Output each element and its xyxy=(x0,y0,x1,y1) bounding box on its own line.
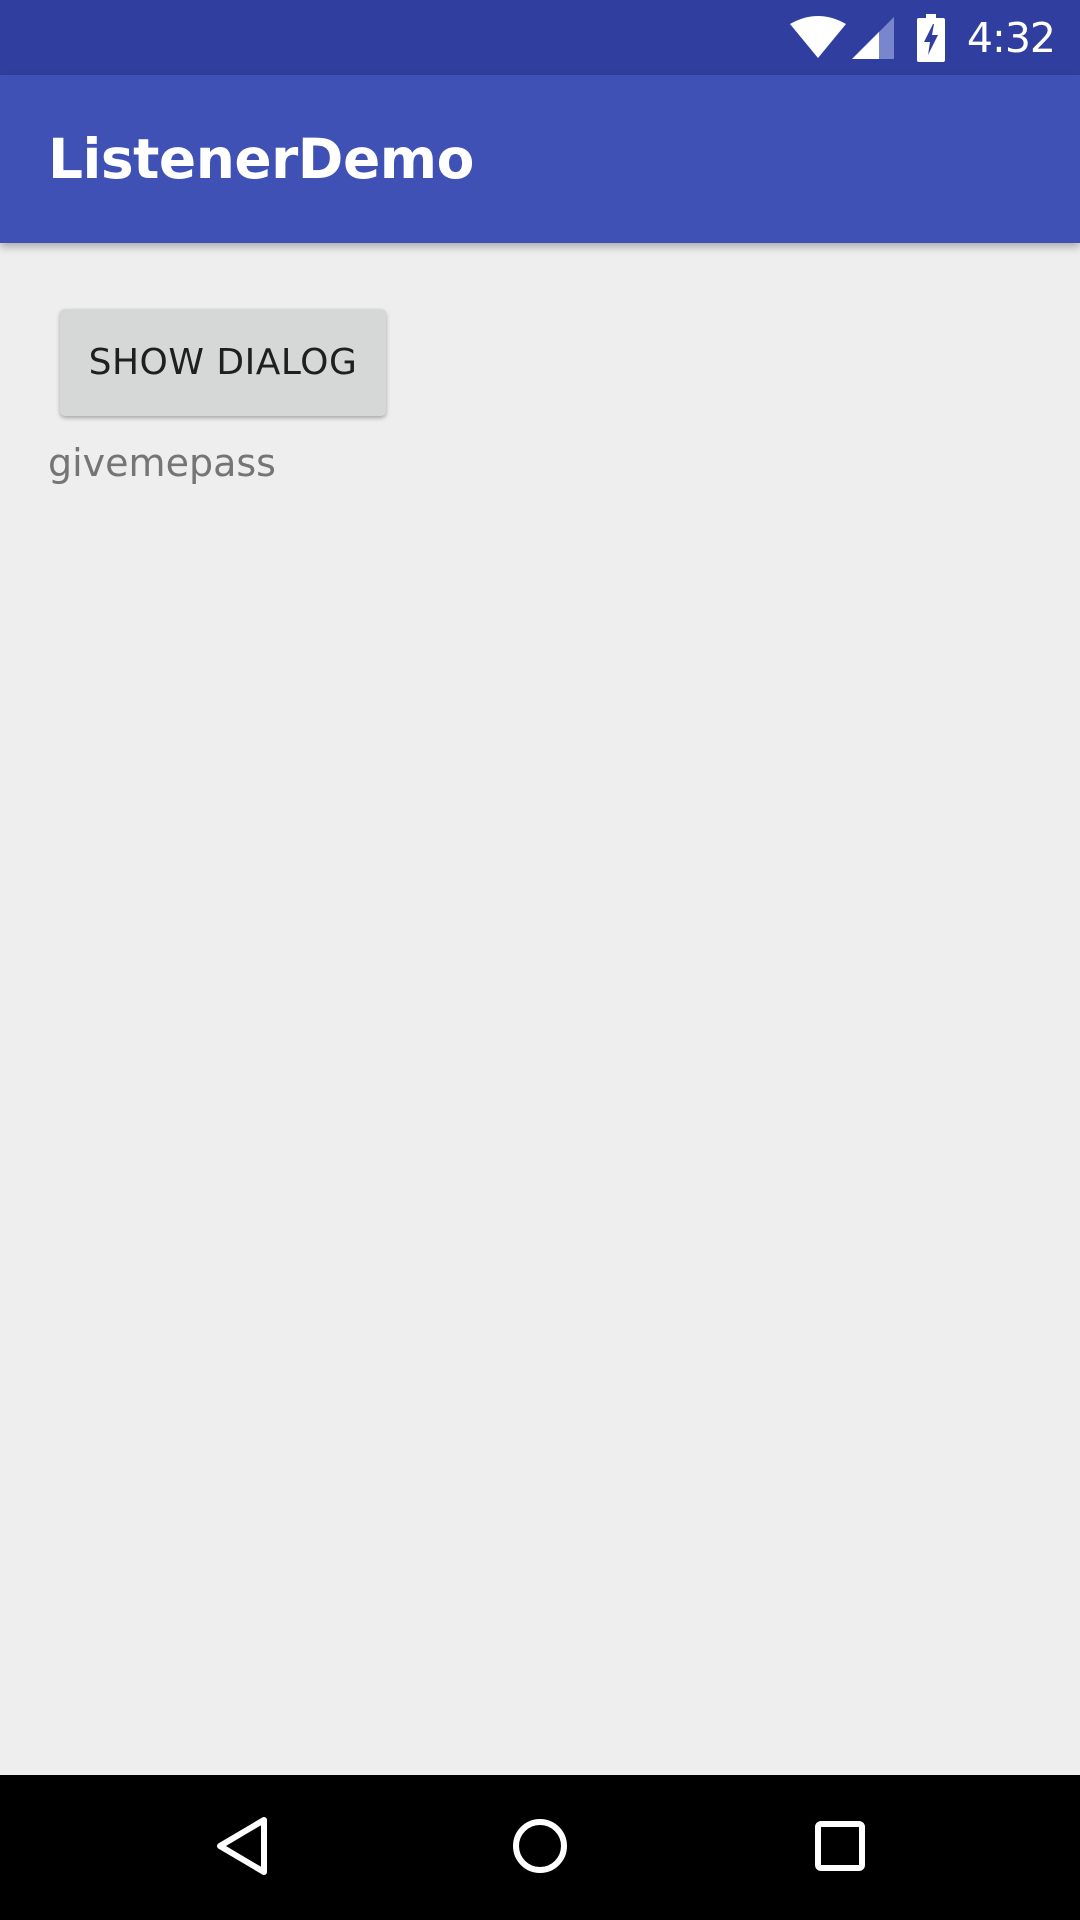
result-text: givemepass xyxy=(48,441,276,485)
app-title: ListenerDemo xyxy=(48,127,474,191)
navigation-bar xyxy=(0,1775,1080,1920)
status-icons: 4:32 xyxy=(789,0,1056,75)
app-bar: ListenerDemo xyxy=(0,75,1080,243)
main-content: SHOW DIALOG givemepass xyxy=(0,243,1080,1775)
cell-signal-icon xyxy=(851,16,895,60)
screen: 4:32 ListenerDemo SHOW DIALOG givemepass xyxy=(0,0,1080,1920)
wifi-icon xyxy=(789,15,847,60)
battery-charging-icon xyxy=(916,13,945,62)
show-dialog-button[interactable]: SHOW DIALOG xyxy=(60,309,386,416)
back-button[interactable] xyxy=(162,1775,322,1920)
status-time: 4:32 xyxy=(966,13,1056,62)
recents-button[interactable] xyxy=(760,1775,920,1920)
home-button[interactable] xyxy=(460,1775,620,1920)
back-icon xyxy=(214,1816,270,1880)
home-icon xyxy=(511,1817,569,1879)
recents-icon xyxy=(814,1820,866,1876)
status-bar: 4:32 xyxy=(0,0,1080,75)
